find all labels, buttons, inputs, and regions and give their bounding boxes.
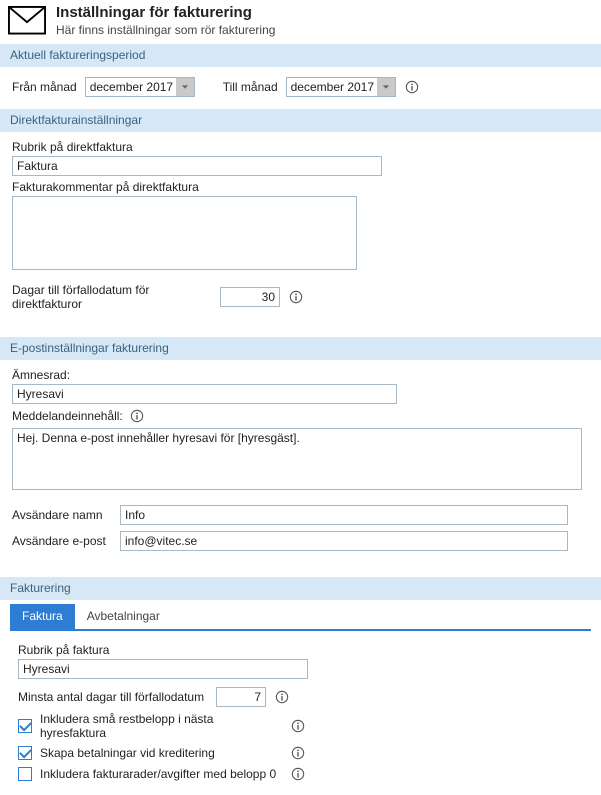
section-heading-direct: Direktfakturainställningar: [0, 109, 601, 132]
to-month-label: Till månad: [223, 80, 278, 94]
info-icon[interactable]: [288, 289, 304, 305]
info-icon[interactable]: [290, 766, 306, 782]
from-month-value: december 2017: [86, 80, 176, 94]
info-icon[interactable]: [129, 408, 145, 424]
header-text: Inställningar för fakturering Här finns …: [56, 4, 275, 38]
direct-days-input[interactable]: [220, 287, 280, 307]
chevron-down-icon: [176, 78, 194, 96]
tab-avbetalningar[interactable]: Avbetalningar: [75, 604, 172, 629]
min-days-input[interactable]: [216, 687, 266, 707]
info-icon[interactable]: [274, 689, 290, 705]
section-heading-invoice: Fakturering: [0, 577, 601, 600]
email-body-label: Meddelandeinnehåll:: [12, 409, 123, 423]
from-month-select[interactable]: december 2017: [85, 77, 195, 97]
sender-name-label: Avsändare namn: [12, 508, 112, 522]
page-subtitle: Här finns inställningar som rör fakturer…: [56, 22, 275, 38]
chk1-label: Inkludera små restbelopp i nästa hyresfa…: [40, 712, 282, 740]
tab-faktura[interactable]: Faktura: [10, 604, 75, 629]
invoice-rubrik-input[interactable]: [18, 659, 308, 679]
direct-comment-label: Fakturakommentar på direktfaktura: [12, 180, 589, 194]
direct-comment-textarea[interactable]: [12, 196, 357, 270]
to-month-value: december 2017: [287, 80, 377, 94]
direct-rubrik-label: Rubrik på direktfaktura: [12, 140, 589, 154]
info-icon[interactable]: [290, 718, 306, 734]
chk3-label: Inkludera fakturarader/avgifter med belo…: [40, 767, 282, 781]
invoice-rubrik-label: Rubrik på faktura: [18, 643, 583, 657]
direct-days-label: Dagar till förfallodatum för direktfaktu…: [12, 283, 212, 311]
chk2-label: Skapa betalningar vid kreditering: [40, 746, 282, 760]
section-heading-period: Aktuell faktureringsperiod: [0, 44, 601, 67]
chevron-down-icon: [377, 78, 395, 96]
info-icon[interactable]: [290, 745, 306, 761]
tabs: Faktura Avbetalningar: [10, 604, 591, 631]
sender-email-label: Avsändare e-post: [12, 534, 112, 548]
email-subject-label: Ämnesrad:: [12, 368, 589, 382]
sender-email-input[interactable]: [120, 531, 568, 551]
direct-rubrik-input[interactable]: [12, 156, 382, 176]
email-subject-input[interactable]: [12, 384, 397, 404]
from-month-label: Från månad: [12, 80, 77, 94]
email-body-textarea[interactable]: [12, 428, 582, 490]
checkbox-create-payments[interactable]: [18, 746, 32, 760]
checkbox-include-zero[interactable]: [18, 767, 32, 781]
sender-name-input[interactable]: [120, 505, 568, 525]
page-title: Inställningar för fakturering: [56, 4, 275, 22]
to-month-select[interactable]: december 2017: [286, 77, 396, 97]
min-days-label: Minsta antal dagar till förfallodatum: [18, 690, 208, 704]
info-icon[interactable]: [404, 79, 420, 95]
section-heading-email: E-postinställningar fakturering: [0, 337, 601, 360]
envelope-icon: [8, 6, 46, 36]
checkbox-include-small-rest[interactable]: [18, 719, 32, 733]
page-header: Inställningar för fakturering Här finns …: [0, 0, 601, 44]
